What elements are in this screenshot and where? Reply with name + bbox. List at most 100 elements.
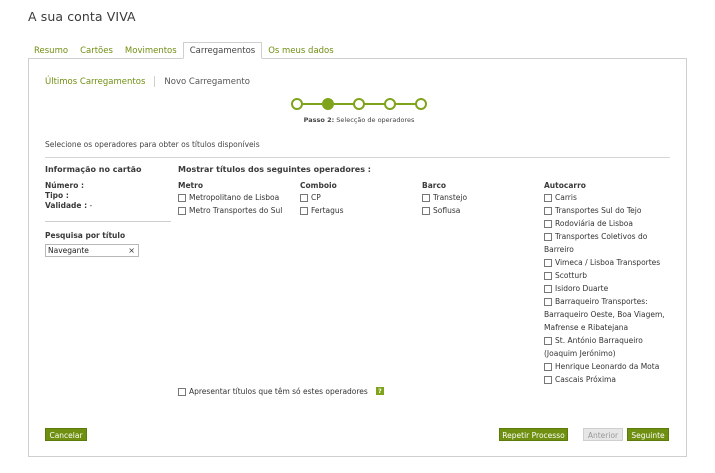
operator-label: Transtejo: [433, 193, 468, 202]
next-button[interactable]: Seguinte: [627, 428, 669, 441]
operator-label: Transportes Sul do Tejo: [555, 206, 642, 215]
checkbox[interactable]: [544, 233, 552, 241]
divider-left: [45, 221, 171, 222]
operator-metropolitano-de-lisboa[interactable]: Metropolitano de Lisboa: [178, 193, 279, 202]
page-title: A sua conta VIVA: [28, 9, 136, 24]
instructions-text: Selecione os operadores para obter os tí…: [45, 140, 260, 149]
autocarro-heading: Autocarro: [544, 181, 586, 190]
operator-barraqueiro-transportes[interactable]: Barraqueiro Transportes:: [544, 297, 648, 306]
card-type-label: Tipo :: [45, 191, 69, 200]
operator-label: Fertagus: [311, 206, 344, 215]
operator-carris[interactable]: Carris: [544, 193, 577, 202]
operator-label: Henrique Leonardo da Mota: [555, 362, 660, 371]
checkbox[interactable]: [544, 337, 552, 345]
card-validity-label: Validade :: [45, 201, 88, 210]
card-info-title: Informação no cartão: [45, 165, 142, 174]
operator-st-antonio-barraqueiro[interactable]: St. António Barraqueiro: [544, 336, 643, 345]
operator-transtejo[interactable]: Transtejo: [422, 193, 467, 202]
operator-label: Vimeca / Lisboa Transportes: [555, 258, 661, 267]
operator-label-continuation: Barraqueiro Oeste, Boa Viagem,: [544, 310, 665, 319]
checkbox[interactable]: [544, 207, 552, 215]
checkbox[interactable]: [422, 207, 430, 215]
operator-rodoviaria-de-lisboa[interactable]: Rodoviária de Lisboa: [544, 219, 633, 228]
subtabs: Últimos Carregamentos Novo Carregamento: [45, 76, 250, 87]
operator-isidoro-duarte[interactable]: Isidoro Duarte: [544, 284, 608, 293]
content-panel: Últimos Carregamentos Novo Carregamento …: [28, 58, 687, 457]
tab-resumo[interactable]: Resumo: [28, 44, 74, 59]
operator-label-continuation: (Joaquim Jerónimo): [544, 349, 616, 358]
checkbox[interactable]: [544, 376, 552, 384]
operator-vimeca-lisboa-transportes[interactable]: Vimeca / Lisboa Transportes: [544, 258, 660, 267]
operator-transportes-coletivos-do-barreiro[interactable]: Transportes Coletivos do: [544, 232, 647, 241]
divider: [45, 157, 670, 158]
cancel-button[interactable]: Cancelar: [45, 428, 87, 441]
operator-fertagus[interactable]: Fertagus: [300, 206, 344, 215]
step-caption-number: Passo 2:: [303, 116, 335, 124]
comboio-heading: Comboio: [300, 181, 337, 190]
operator-label: St. António Barraqueiro: [555, 336, 643, 345]
checkbox[interactable]: [544, 285, 552, 293]
progress-stepper: [291, 97, 427, 111]
operator-metro-transportes-do-sul[interactable]: Metro Transportes do Sul: [178, 206, 282, 215]
search-input[interactable]: Navegante ×: [45, 244, 139, 257]
operator-transportes-sul-do-tejo[interactable]: Transportes Sul do Tejo: [544, 206, 641, 215]
previous-button[interactable]: Anterior: [583, 428, 623, 441]
operator-label-continuation: Mafrense e Ribatejana: [544, 323, 629, 332]
barco-heading: Barco: [422, 181, 447, 190]
operator-label: Soflusa: [433, 206, 461, 215]
main-tabs: Resumo Cartões Movimentos Carregamentos …: [28, 42, 340, 59]
search-label: Pesquisa por título: [45, 231, 126, 240]
card-validity-value: -: [87, 201, 93, 210]
checkbox[interactable]: [300, 194, 308, 202]
only-these-operators-label: Apresentar títulos que têm só estes oper…: [189, 387, 368, 396]
repeat-process-button[interactable]: Repetir Processo: [499, 428, 568, 441]
card-type-line: Tipo :: [45, 191, 69, 200]
checkbox[interactable]: [178, 194, 186, 202]
tab-carregamentos[interactable]: Carregamentos: [182, 42, 263, 59]
step-5: [415, 98, 427, 110]
step-4: [384, 98, 396, 110]
checkbox[interactable]: [544, 298, 552, 306]
card-number-line: Número :: [45, 181, 84, 190]
operator-label: Metro Transportes do Sul: [189, 206, 283, 215]
tab-os-meus-dados[interactable]: Os meus dados: [262, 44, 339, 59]
operator-cp[interactable]: CP: [300, 193, 321, 202]
subtab-ultimos-carregamentos[interactable]: Últimos Carregamentos: [45, 77, 145, 87]
operator-label: Transportes Coletivos do: [555, 232, 648, 241]
operator-label: Scotturb: [555, 271, 587, 280]
operator-label: Barraqueiro Transportes:: [555, 297, 648, 306]
card-number-label: Número :: [45, 181, 84, 190]
checkbox[interactable]: [544, 259, 552, 267]
checkbox[interactable]: [544, 220, 552, 228]
only-these-operators-option[interactable]: Apresentar títulos que têm só estes oper…: [178, 387, 384, 396]
operator-label: Rodoviária de Lisboa: [555, 219, 633, 228]
help-icon[interactable]: ?: [375, 387, 384, 395]
step-caption-text: Selecção de operadores: [334, 116, 415, 124]
checkbox[interactable]: [178, 388, 186, 396]
checkbox[interactable]: [544, 194, 552, 202]
clear-icon[interactable]: ×: [128, 245, 135, 256]
tab-movimentos[interactable]: Movimentos: [119, 44, 183, 59]
checkbox[interactable]: [178, 207, 186, 215]
operators-title: Mostrar títulos dos seguintes operadores…: [178, 165, 371, 174]
search-input-value: Navegante: [48, 246, 89, 255]
checkbox[interactable]: [300, 207, 308, 215]
operator-label: Metropolitano de Lisboa: [189, 193, 280, 202]
operator-label: Carris: [555, 193, 577, 202]
operator-label-continuation: Barreiro: [544, 245, 574, 254]
operator-label: Isidoro Duarte: [555, 284, 609, 293]
operator-scotturb[interactable]: Scotturb: [544, 271, 587, 280]
checkbox[interactable]: [544, 272, 552, 280]
step-caption: Passo 2: Selecção de operadores: [229, 116, 489, 124]
operator-henrique-leonardo-da-mota[interactable]: Henrique Leonardo da Mota: [544, 362, 659, 371]
tab-cartoes[interactable]: Cartões: [74, 44, 119, 59]
operator-soflusa[interactable]: Soflusa: [422, 206, 460, 215]
operator-label: Cascais Próxima: [555, 375, 616, 384]
checkbox[interactable]: [544, 363, 552, 371]
metro-heading: Metro: [178, 181, 203, 190]
operator-cascais-proxima[interactable]: Cascais Próxima: [544, 375, 616, 384]
step-3: [353, 98, 365, 110]
operator-label: CP: [311, 193, 321, 202]
checkbox[interactable]: [422, 194, 430, 202]
subtab-novo-carregamento[interactable]: Novo Carregamento: [164, 77, 250, 87]
